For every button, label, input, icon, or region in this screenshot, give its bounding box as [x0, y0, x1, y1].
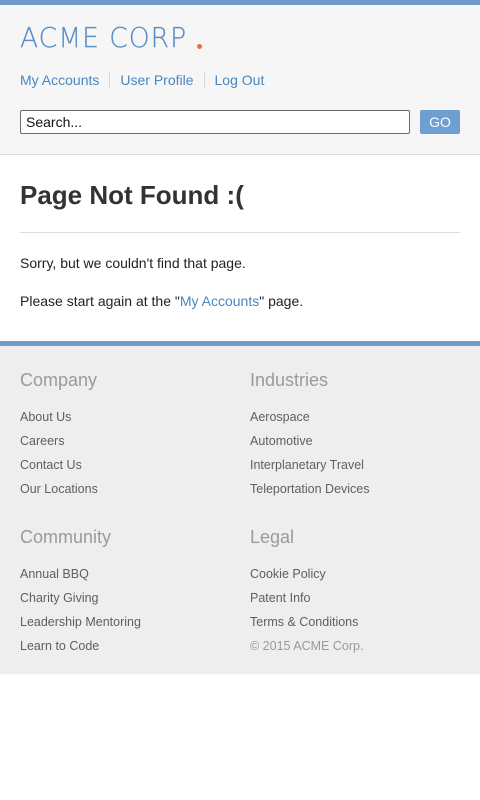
logo-text: ACME CORP [20, 21, 188, 54]
footer-industries: Industries Aerospace Automotive Interpla… [250, 369, 370, 501]
footer-link-learn-to-code[interactable]: Learn to Code [20, 634, 141, 658]
nav-log-out[interactable]: Log Out [215, 72, 265, 88]
nav-divider [109, 72, 111, 88]
nav-divider [203, 72, 205, 88]
acme-logo[interactable]: ACME CORP [20, 21, 202, 54]
main-content: Page Not Found :( Sorry, but we couldn't… [0, 156, 480, 342]
footer-link-patent-info[interactable]: Patent Info [250, 586, 363, 610]
footer-legal: Legal Cookie Policy Patent Info Terms & … [250, 526, 363, 658]
restart-suffix: " page. [259, 293, 304, 309]
footer-link-our-locations[interactable]: Our Locations [20, 477, 98, 501]
footer-link-careers[interactable]: Careers [20, 429, 98, 453]
restart-prefix: Please start again at the " [20, 293, 180, 309]
footer-link-annual-bbq[interactable]: Annual BBQ [20, 562, 141, 586]
footer-company: Company About Us Careers Contact Us Our … [20, 369, 98, 501]
footer-heading-community: Community [20, 527, 112, 547]
search-bar: GO [20, 110, 460, 134]
restart-message: Please start again at the "My Accounts" … [20, 293, 303, 309]
footer-community: Community Annual BBQ Charity Giving Lead… [20, 526, 141, 658]
footer-link-cookie-policy[interactable]: Cookie Policy [250, 562, 363, 586]
site-footer: Company About Us Careers Contact Us Our … [0, 346, 480, 674]
my-accounts-link[interactable]: My Accounts [180, 293, 259, 309]
search-go-button[interactable]: GO [420, 110, 460, 134]
title-divider [20, 232, 460, 233]
nav-my-accounts[interactable]: My Accounts [20, 72, 99, 88]
footer-link-teleportation-devices[interactable]: Teleportation Devices [250, 477, 370, 501]
logo-dot-icon [196, 44, 202, 49]
footer-link-leadership-mentoring[interactable]: Leadership Mentoring [20, 610, 141, 634]
footer-heading-industries: Industries [250, 370, 329, 390]
footer-heading-legal: Legal [250, 527, 295, 547]
footer-link-about-us[interactable]: About Us [20, 405, 98, 429]
nav-user-profile[interactable]: User Profile [120, 72, 193, 88]
page-title: Page Not Found :( [20, 180, 244, 210]
search-input[interactable] [20, 110, 410, 134]
main-nav: My Accounts User Profile Log Out [20, 72, 264, 88]
footer-heading-company: Company [20, 370, 98, 390]
footer-link-charity-giving[interactable]: Charity Giving [20, 586, 141, 610]
footer-link-automotive[interactable]: Automotive [250, 429, 370, 453]
footer-link-terms-conditions[interactable]: Terms & Conditions [250, 610, 363, 634]
footer-link-aerospace[interactable]: Aerospace [250, 405, 370, 429]
footer-link-interplanetary-travel[interactable]: Interplanetary Travel [250, 453, 370, 477]
footer-link-contact-us[interactable]: Contact Us [20, 453, 98, 477]
footer-copyright: © 2015 ACME Corp. [250, 639, 364, 653]
error-message: Sorry, but we couldn't find that page. [20, 255, 246, 271]
site-header: ACME CORP My Accounts User Profile Log O… [0, 5, 480, 155]
